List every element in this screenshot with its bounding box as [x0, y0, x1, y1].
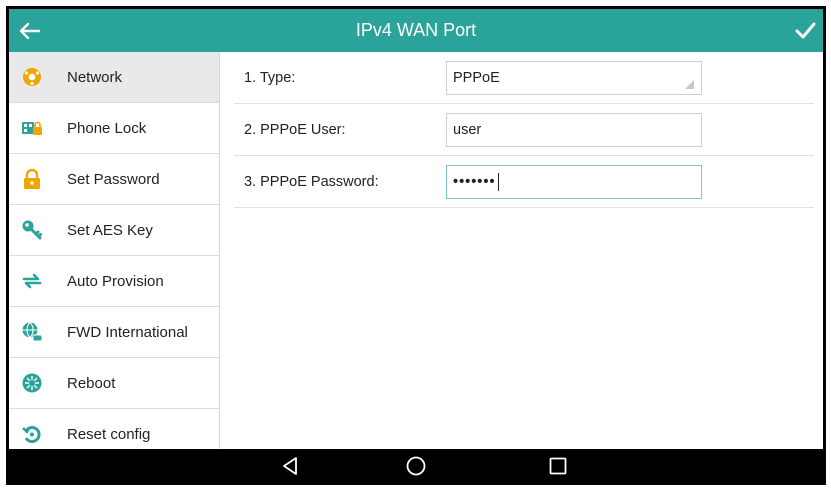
nav-recents-icon[interactable]	[547, 455, 569, 477]
sidebar-item-fwd-international[interactable]: FWD International	[9, 307, 219, 358]
reboot-icon	[22, 373, 42, 393]
pppoe-user-label: 2. PPPoE User:	[244, 122, 346, 138]
sidebar-item-label: Set Password	[67, 171, 160, 188]
sidebar-item-label: Phone Lock	[67, 120, 147, 137]
sidebar-item-set-aes-key[interactable]: Set AES Key	[9, 205, 219, 256]
phone-screen: IPv4 WAN Port Network Phone Lock Set Pas…	[9, 9, 823, 482]
form-row-type: 1. Type: PPPoE	[234, 52, 814, 104]
reset-icon	[22, 426, 41, 443]
sidebar-item-label: FWD International	[67, 324, 188, 341]
sidebar-item-label: Network	[67, 69, 123, 86]
nav-back-icon[interactable]	[279, 455, 301, 477]
pppoe-user-value: user	[453, 122, 482, 138]
page-title: IPv4 WAN Port	[355, 20, 477, 40]
sidebar-item-label: Reset config	[67, 426, 151, 443]
type-dropdown[interactable]: PPPoE	[446, 61, 702, 95]
sync-icon	[22, 273, 42, 289]
pppoe-password-value: •••••••	[453, 174, 496, 190]
sidebar-item-set-password[interactable]: Set Password	[9, 154, 219, 205]
dropdown-corner-icon	[685, 80, 694, 89]
settings-sidebar: Network Phone Lock Set Password Set AES …	[9, 52, 220, 449]
android-nav-bar	[9, 449, 823, 482]
nav-home-icon[interactable]	[405, 455, 427, 477]
checkmark-icon[interactable]	[793, 19, 817, 43]
form-row-pppoe-user: 2. PPPoE User: user	[234, 104, 814, 156]
sidebar-item-reset-config[interactable]: Reset config	[9, 409, 219, 449]
title-bar: IPv4 WAN Port	[9, 9, 823, 52]
globe-phone-icon	[22, 322, 43, 342]
sidebar-item-label: Auto Provision	[67, 273, 164, 290]
device-frame: IPv4 WAN Port Network Phone Lock Set Pas…	[6, 6, 826, 485]
sidebar-item-network[interactable]: Network	[9, 52, 219, 103]
form-row-pppoe-password: 3. PPPoE Password: •••••••	[234, 156, 814, 208]
lock-icon	[24, 168, 40, 189]
sidebar-item-label: Reboot	[67, 375, 116, 392]
key-icon	[22, 220, 42, 240]
type-value: PPPoE	[453, 70, 500, 86]
pppoe-password-label: 3. PPPoE Password:	[244, 174, 379, 190]
pppoe-user-input[interactable]: user	[446, 113, 702, 147]
sidebar-item-label: Set AES Key	[67, 222, 153, 239]
type-label: 1. Type:	[244, 70, 296, 86]
sidebar-item-phone-lock[interactable]: Phone Lock	[9, 103, 219, 154]
sidebar-item-auto-provision[interactable]: Auto Provision	[9, 256, 219, 307]
settings-form: 1. Type: PPPoE 2. PPPoE User: user 3. PP…	[220, 52, 823, 449]
pppoe-password-input[interactable]: •••••••	[446, 165, 702, 199]
phone-lock-icon	[22, 121, 42, 135]
network-icon	[23, 68, 41, 86]
sidebar-item-reboot[interactable]: Reboot	[9, 358, 219, 409]
text-cursor	[497, 173, 499, 192]
